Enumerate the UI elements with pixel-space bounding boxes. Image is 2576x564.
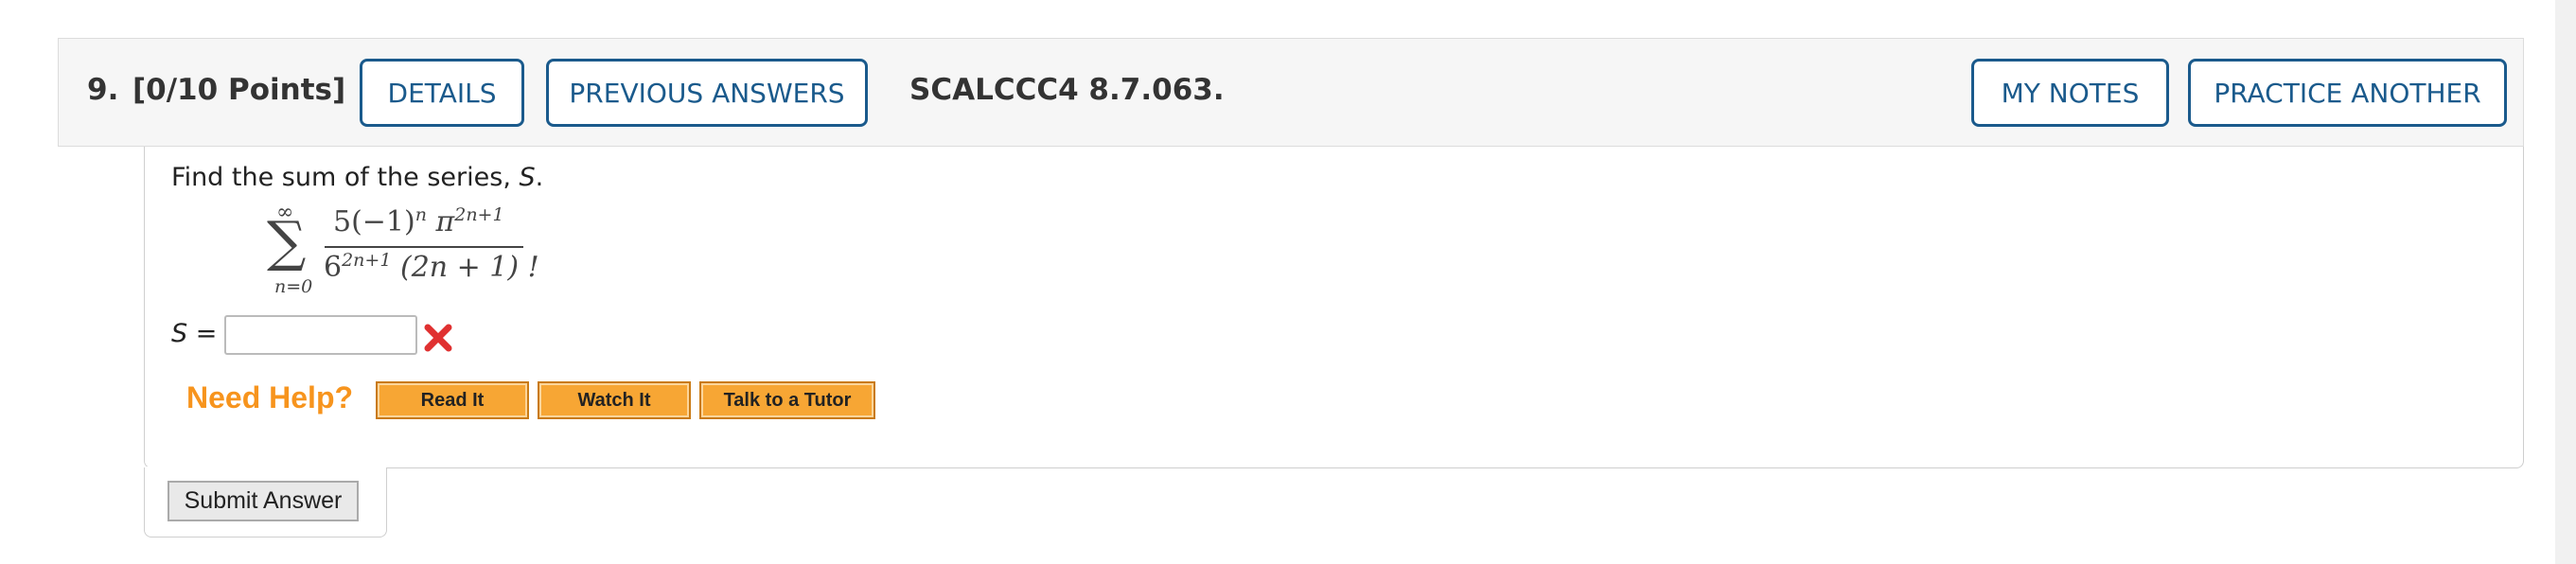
series-formula: ∞ ∑ n=0 5(−1)n π2n+1 62n+1 (2n + 1) ! <box>265 201 549 305</box>
question-body <box>144 147 2524 468</box>
formula-numerator: 5(−1)n π2n+1 <box>333 204 504 238</box>
formula-denominator: 62n+1 (2n + 1) ! <box>324 250 539 284</box>
problem-prompt: Find the sum of the series, S. <box>171 163 544 192</box>
my-notes-button[interactable]: MY NOTES <box>1971 59 2169 127</box>
need-help-title: Need Help? <box>186 380 354 414</box>
question-code: SCALCCC4 8.7.063. <box>909 73 1225 107</box>
prompt-variable: S <box>519 163 536 192</box>
practice-another-button[interactable]: PRACTICE ANOTHER <box>2188 59 2507 127</box>
answer-label: S = <box>171 319 218 348</box>
read-it-button[interactable]: Read It <box>376 381 529 419</box>
question-points: [0/10 Points] <box>132 73 346 107</box>
watch-it-button[interactable]: Watch It <box>538 381 691 419</box>
page-scrollbar[interactable] <box>2555 0 2576 564</box>
question-header: 9. [0/10 Points] DETAILS PREVIOUS ANSWER… <box>58 38 2524 147</box>
fraction-bar <box>325 246 523 248</box>
question-number: 9. <box>87 73 119 107</box>
answer-input[interactable] <box>224 315 417 355</box>
details-button[interactable]: DETAILS <box>360 59 524 127</box>
sum-lower-limit: n=0 <box>274 276 313 297</box>
previous-answers-button[interactable]: PREVIOUS ANSWERS <box>546 59 868 127</box>
sigma-symbol: ∑ <box>267 209 307 273</box>
talk-to-tutor-button[interactable]: Talk to a Tutor <box>699 381 875 419</box>
submit-answer-button[interactable]: Submit Answer <box>168 481 359 521</box>
incorrect-x-icon <box>424 324 452 352</box>
